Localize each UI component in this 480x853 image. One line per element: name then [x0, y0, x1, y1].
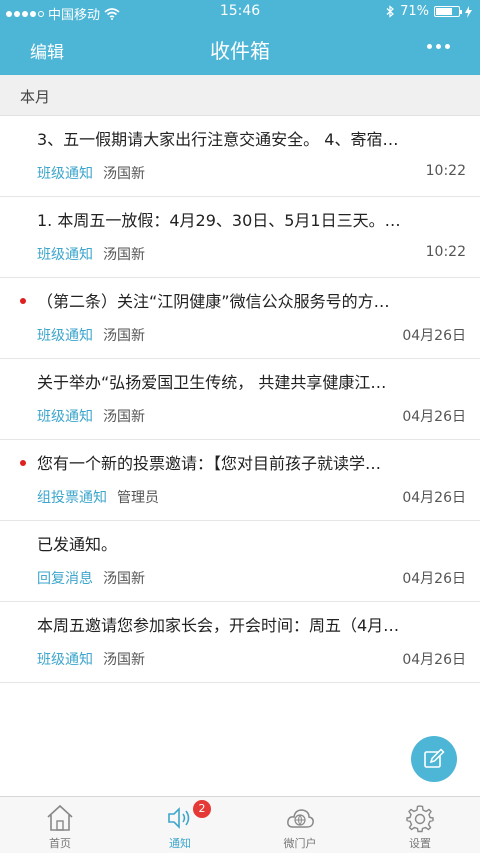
message-tag: 班级通知 — [37, 166, 93, 182]
unread-dot — [20, 298, 26, 304]
notification-badge: 2 — [193, 800, 211, 818]
message-time: 10:22 — [425, 244, 466, 260]
message-time: 10:22 — [425, 163, 466, 179]
status-right: 71% — [386, 4, 472, 19]
tab-settings[interactable]: 设置 — [360, 797, 480, 853]
tab-notification-label: 通知 — [169, 837, 191, 850]
message-list: 3、五一假期请大家出行注意交通安全。 4、寄宿… 班级通知 汤国新 10:22 1. 本… — [0, 116, 480, 683]
battery-fill — [436, 8, 452, 15]
status-bar: 中国移动 15:46 71% — [0, 0, 480, 24]
message-tag: 班级通知 — [37, 409, 93, 425]
compose-button[interactable] — [411, 736, 457, 782]
message-tag: 班级通知 — [37, 652, 93, 668]
message-author: 汤国新 — [103, 166, 145, 182]
message-author: 汤国新 — [103, 652, 145, 668]
message-author: 汤国新 — [103, 571, 145, 587]
message-time: 04月26日 — [402, 409, 466, 425]
tab-settings-label: 设置 — [409, 837, 431, 850]
message-title: （第二条）关注“江阴健康”微信公众服务号的方… — [37, 292, 390, 311]
bluetooth-icon — [386, 5, 395, 18]
message-time: 04月26日 — [402, 490, 466, 506]
cloud-icon — [287, 809, 314, 828]
message-author: 汤国新 — [103, 409, 145, 425]
gear-icon — [406, 805, 434, 833]
battery-percent: 71% — [400, 4, 429, 19]
message-author: 汤国新 — [103, 247, 145, 263]
message-tag: 班级通知 — [37, 328, 93, 344]
message-item[interactable]: 1. 本周五一放假：4月29、30日、5月1日三天。… 班级通知 汤国新 10:22 — [0, 197, 480, 278]
compose-icon — [424, 748, 445, 768]
message-item[interactable]: 已发通知。回复消息 汤国新 04月26日 — [0, 521, 480, 602]
message-title: 关于举办“弘扬爱国卫生传统， 共建共享健康江… — [37, 373, 387, 392]
more-icon[interactable] — [427, 44, 450, 49]
tab-portal[interactable]: 微门户 — [240, 797, 360, 853]
message-item[interactable]: 本周五邀请您参加家长会，开会时间：周五（4月… 班级通知 汤国新 04月26日 — [0, 602, 480, 683]
tab-bar: 首页 通知 微门户 设置 — [0, 796, 480, 853]
message-tag: 班级通知 — [37, 247, 93, 263]
section-label: 本月 — [20, 88, 51, 106]
message-author: 管理员 — [117, 490, 159, 506]
section-header: 本月 — [0, 75, 480, 116]
message-time: 04月26日 — [402, 652, 466, 668]
message-item[interactable]: （第二条）关注“江阴健康”微信公众服务号的方… 班级通知 汤国新 04月26日 — [0, 278, 480, 359]
message-time: 04月26日 — [402, 571, 466, 587]
unread-dot — [20, 460, 26, 466]
battery-icon — [434, 6, 462, 17]
message-tag: 组投票通知 — [37, 490, 107, 506]
tab-portal-label: 微门户 — [283, 837, 317, 850]
message-author: 汤国新 — [103, 328, 145, 344]
message-item[interactable]: 关于举办“弘扬爱国卫生传统， 共建共享健康江… 班级通知 汤国新 04月26日 — [0, 359, 480, 440]
home-icon — [47, 804, 73, 831]
message-item[interactable]: 您有一个新的投票邀请：【您对目前孩子就读学… 组投票通知 管理员 04月26日 — [0, 440, 480, 521]
message-title: 已发通知。 — [37, 535, 118, 554]
message-item[interactable]: 3、五一假期请大家出行注意交通安全。 4、寄宿… 班级通知 汤国新 10:22 — [0, 116, 480, 197]
notification-icon — [168, 807, 190, 829]
tab-notification[interactable]: 通知 — [120, 797, 240, 853]
charging-icon — [465, 5, 472, 18]
message-title: 本周五邀请您参加家长会，开会时间：周五（4月… — [37, 616, 400, 635]
nav-bar: 编辑 收件箱 — [0, 24, 480, 75]
message-title: 您有一个新的投票邀请：【您对目前孩子就读学… — [37, 454, 382, 473]
top-bar: 中国移动 15:46 71% 编辑 收件箱 — [0, 0, 480, 75]
message-title: 1. 本周五一放假：4月29、30日、5月1日三天。… — [37, 211, 401, 230]
page-title: 收件箱 — [210, 39, 270, 63]
message-title: 3、五一假期请大家出行注意交通安全。 4、寄宿… — [37, 130, 399, 149]
tab-home-label: 首页 — [49, 837, 71, 850]
message-time: 04月26日 — [402, 328, 466, 344]
message-tag: 回复消息 — [37, 571, 93, 587]
tab-home[interactable]: 首页 — [0, 797, 120, 853]
